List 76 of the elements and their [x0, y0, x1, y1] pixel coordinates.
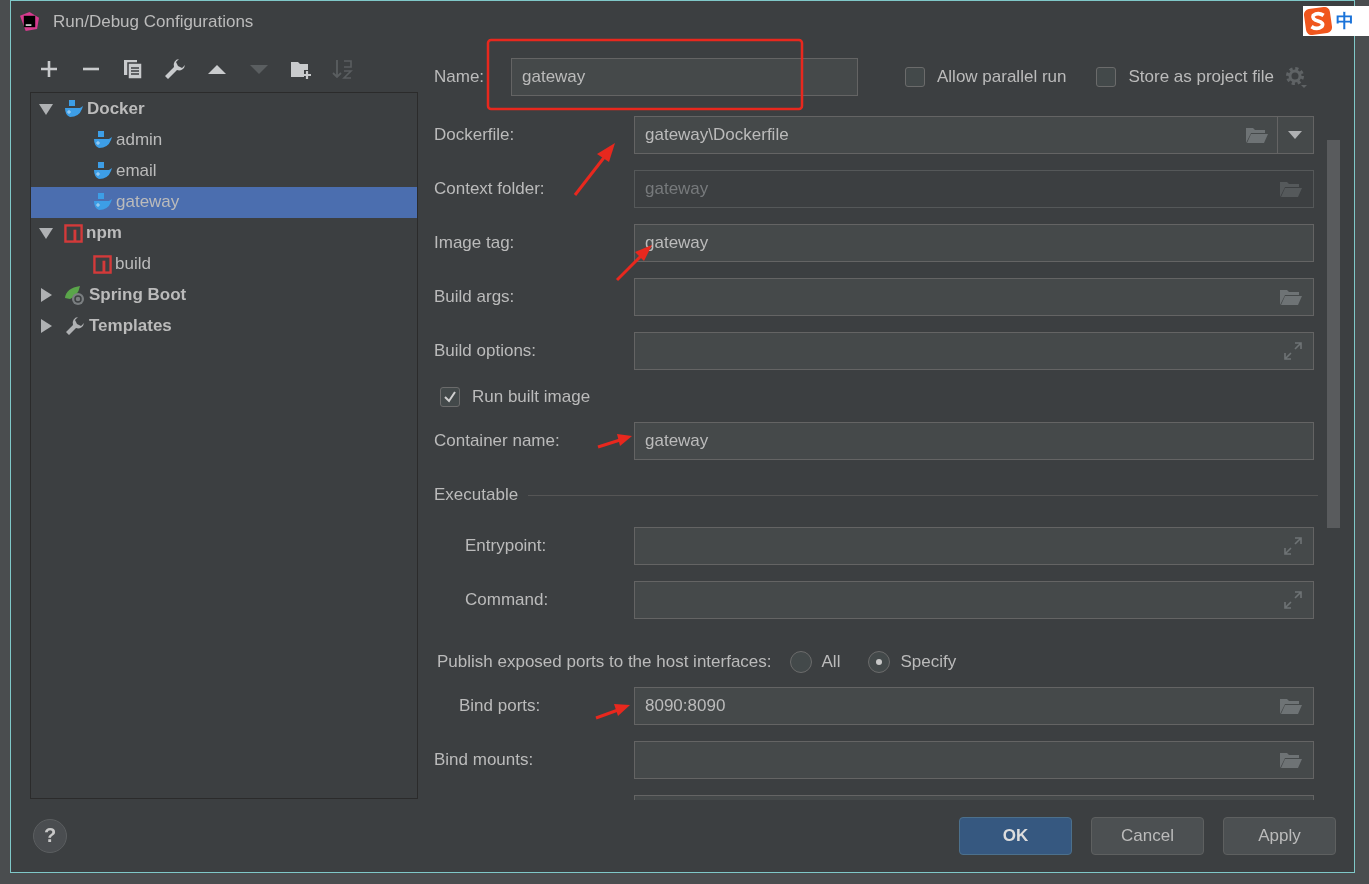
radio-button[interactable] [789, 651, 812, 673]
collapsed-arrow-icon[interactable] [39, 319, 53, 334]
collapsed-arrow-icon[interactable] [39, 288, 53, 303]
npm-icon [64, 223, 83, 243]
text-field[interactable] [634, 332, 1314, 370]
checkbox-label: Allow parallel run [937, 67, 1067, 87]
field-label: Bind ports: [459, 696, 541, 716]
path-field[interactable] [634, 741, 1314, 779]
field-label: Image tag: [434, 233, 515, 253]
expanded-arrow-icon[interactable] [39, 102, 53, 117]
npm-icon [93, 254, 112, 274]
tree-item[interactable]: npm [31, 217, 417, 249]
name-field[interactable]: gateway [511, 58, 858, 96]
path-field[interactable] [634, 278, 1314, 316]
field-label: Container name: [434, 431, 560, 451]
folder-icon[interactable] [1279, 750, 1303, 770]
radio-group-label: Publish exposed ports to the host interfaces: [437, 652, 772, 672]
whale-icon [64, 100, 84, 119]
help-button[interactable]: ? [33, 818, 67, 853]
expanded-arrow-icon[interactable] [39, 226, 53, 241]
text-field[interactable]: gateway [634, 422, 1314, 460]
folder-icon[interactable] [1245, 125, 1269, 145]
tree-item[interactable]: Templates [31, 310, 417, 342]
field-label: Build args: [434, 287, 515, 307]
dialog-button[interactable]: Cancel [1091, 816, 1204, 855]
text-field[interactable] [634, 527, 1314, 565]
expand-icon[interactable] [1283, 341, 1303, 361]
annotation-arrow [595, 704, 630, 720]
expand-icon[interactable] [1283, 590, 1303, 610]
field-label: Dockerfile: [434, 125, 515, 145]
whale-icon [93, 162, 113, 181]
field-label: Context folder: [434, 179, 545, 199]
text-field[interactable]: gateway [634, 224, 1314, 262]
ime-logo-icon [1303, 7, 1333, 35]
field-label: Name: [434, 67, 486, 87]
section-title: Executable [434, 485, 519, 505]
checkbox[interactable] [905, 67, 925, 87]
whale-icon [93, 131, 113, 150]
tree-item[interactable]: gateway [31, 186, 417, 218]
annotation-arrow [597, 434, 632, 449]
tree-item[interactable]: build [31, 248, 417, 280]
whale-icon [93, 193, 113, 212]
scrollbar[interactable] [1327, 140, 1340, 528]
field-label: Entrypoint: [465, 536, 547, 556]
path-field[interactable]: 8090:8090 [634, 687, 1314, 725]
tree-item[interactable]: admin [31, 124, 417, 156]
settings-icon[interactable] [1283, 65, 1308, 89]
ok-button[interactable]: OK [959, 816, 1072, 855]
field-label: Bind mounts: [434, 750, 534, 770]
tree-item[interactable]: email [31, 155, 417, 187]
text-field[interactable] [634, 581, 1314, 619]
leaf-gear-icon [64, 284, 86, 307]
radio-label: Specify [900, 652, 957, 672]
folder-icon[interactable] [1279, 696, 1303, 716]
window-title: Run/Debug Configurations [53, 11, 254, 32]
dialog-button[interactable]: Apply [1223, 816, 1336, 855]
checkbox[interactable] [440, 387, 460, 407]
checkbox-label: Store as project file [1128, 67, 1274, 87]
wrench-icon [64, 315, 86, 338]
expand-icon[interactable] [1283, 536, 1303, 556]
folder-icon[interactable] [1279, 287, 1303, 307]
checkbox[interactable] [1096, 67, 1117, 87]
field-label: Build options: [434, 341, 537, 361]
app-logo-icon [20, 12, 39, 31]
radio-button[interactable] [868, 651, 891, 673]
wrench-icon[interactable] [164, 57, 186, 80]
copy-icon[interactable] [122, 57, 144, 80]
input-method-indicator[interactable]: 中 [1303, 6, 1369, 36]
combo-box[interactable]: gateway\Dockerfile [634, 116, 1314, 154]
annotation-arrow [573, 143, 615, 196]
field-label: Command: [465, 590, 549, 610]
radio-label: All [821, 652, 841, 672]
tree-item[interactable]: Spring Boot [31, 279, 417, 311]
dropdown-caret-icon[interactable] [1288, 131, 1302, 139]
tree-item[interactable]: Docker [31, 93, 417, 125]
checkbox-label: Run built image [472, 387, 591, 407]
